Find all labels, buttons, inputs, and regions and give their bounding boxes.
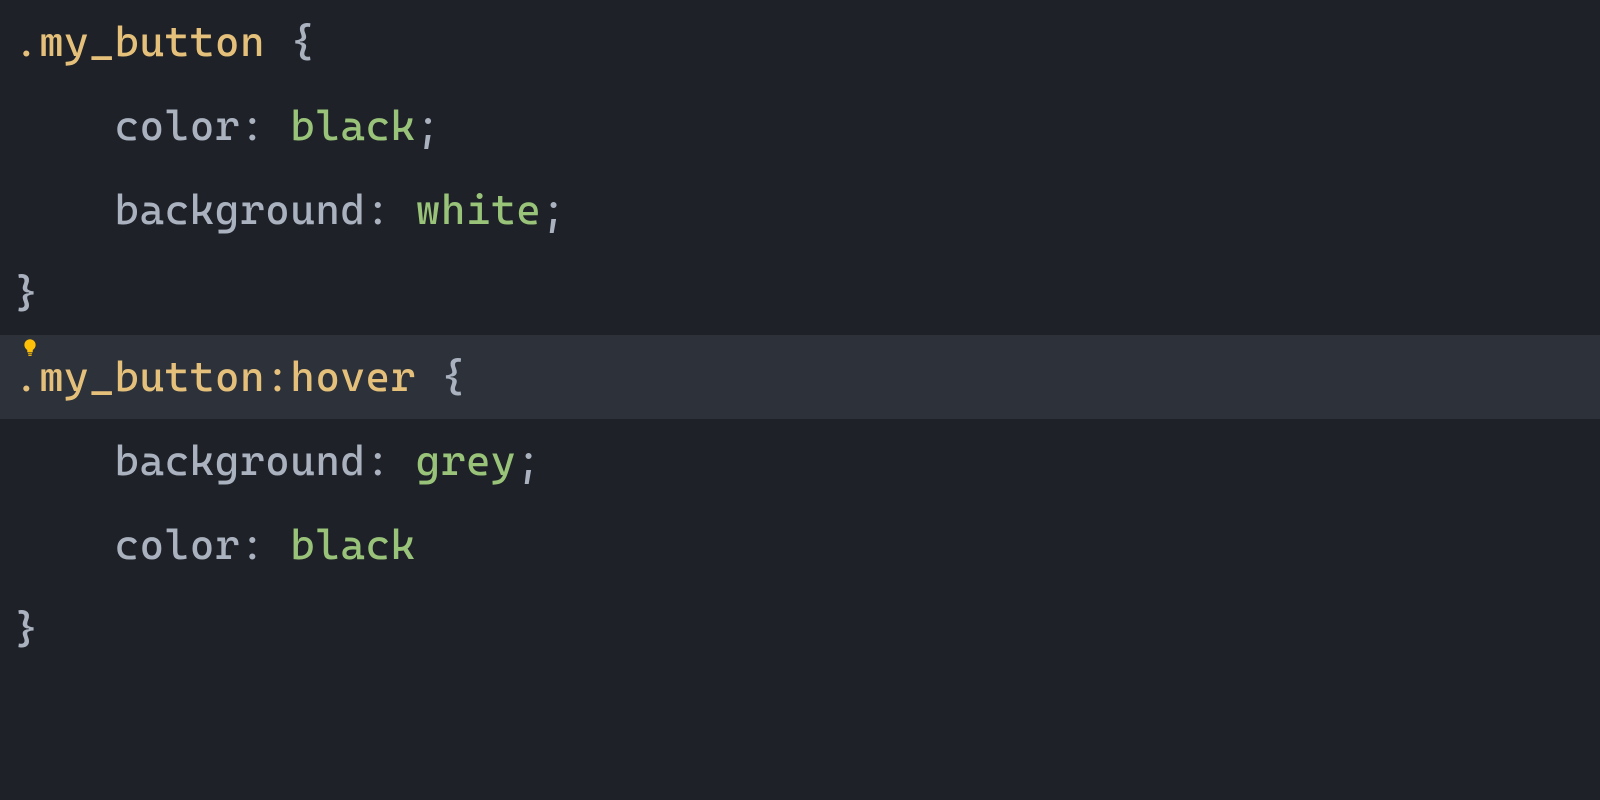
colon: : xyxy=(366,436,416,485)
css-property: background xyxy=(114,185,365,234)
indent xyxy=(14,505,114,585)
css-selector: .my_button xyxy=(14,17,265,66)
open-brace: { xyxy=(265,17,315,66)
semicolon: ; xyxy=(416,101,441,150)
semicolon: ; xyxy=(516,436,541,485)
css-value: black xyxy=(290,101,416,150)
colon: : xyxy=(240,520,290,569)
colon: : xyxy=(366,185,416,234)
css-selector: .my_button:hover xyxy=(14,352,416,401)
lightbulb-icon[interactable] xyxy=(20,319,40,339)
code-line[interactable]: background: grey; xyxy=(0,419,1600,503)
css-value: white xyxy=(416,185,542,234)
open-brace: { xyxy=(416,352,466,401)
css-property: color xyxy=(114,101,240,150)
code-line-highlighted[interactable]: .my_button:hover { xyxy=(0,335,1600,419)
css-property: background xyxy=(114,436,365,485)
close-brace: } xyxy=(14,604,39,653)
css-value: black xyxy=(290,520,416,569)
indent xyxy=(14,170,114,250)
css-value: grey xyxy=(416,436,516,485)
indent xyxy=(14,86,114,166)
code-line[interactable]: } xyxy=(0,587,1600,671)
code-line[interactable]: } xyxy=(0,251,1600,335)
semicolon: ; xyxy=(541,185,566,234)
code-editor[interactable]: .my_button { color: black; background: w… xyxy=(0,0,1600,670)
colon: : xyxy=(240,101,290,150)
indent xyxy=(14,421,114,501)
close-brace: } xyxy=(14,268,39,317)
code-line[interactable]: background: white; xyxy=(0,168,1600,252)
css-property: color xyxy=(114,520,240,569)
code-line[interactable]: color: black; xyxy=(0,84,1600,168)
code-line[interactable]: color: black xyxy=(0,503,1600,587)
code-line[interactable]: .my_button { xyxy=(0,0,1600,84)
